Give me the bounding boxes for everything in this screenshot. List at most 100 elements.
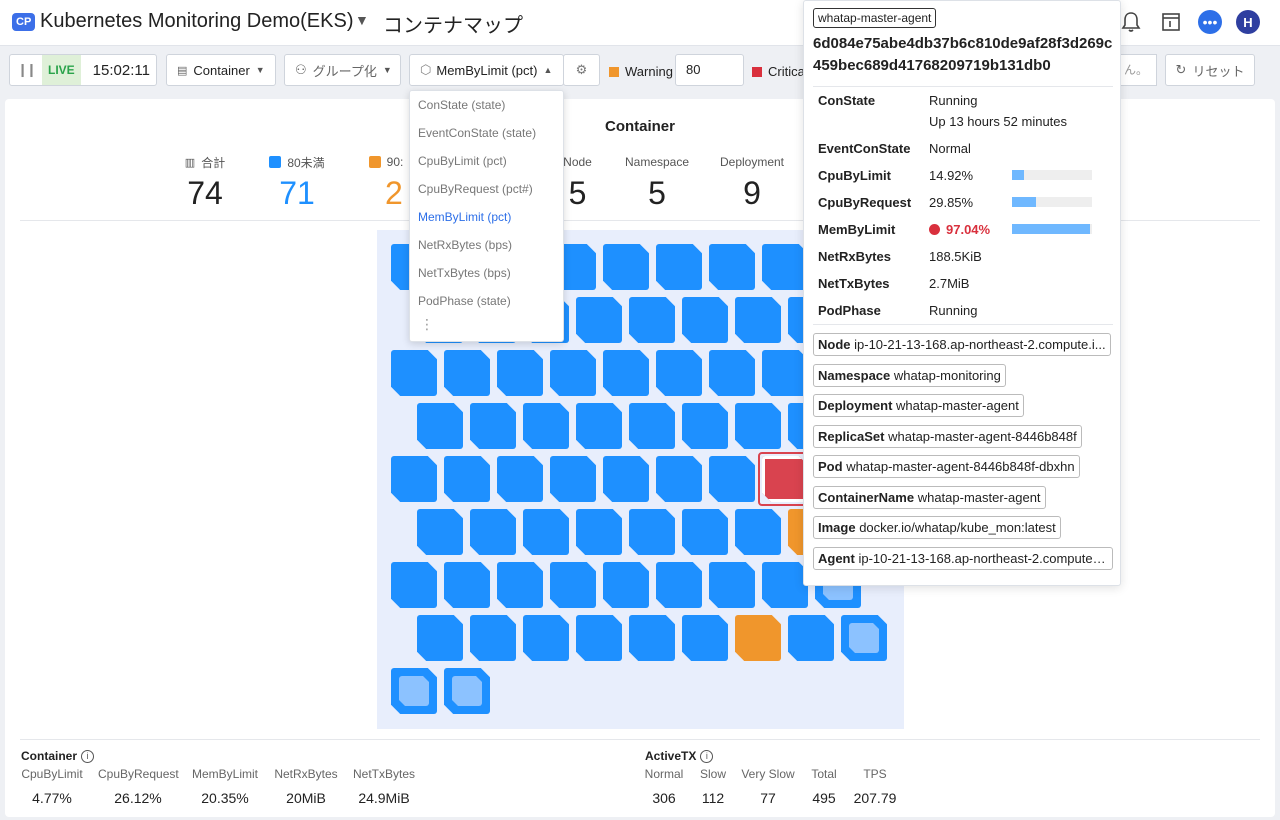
container-cell[interactable]: [629, 297, 675, 343]
container-cell[interactable]: [391, 350, 437, 396]
container-cell[interactable]: [709, 244, 755, 290]
detail-row: NetTxBytes 2.7MiB: [818, 276, 1108, 296]
container-cell[interactable]: [576, 509, 622, 555]
stat-namespace: Namespace 5: [617, 154, 697, 212]
metric-select-button[interactable]: ⬡ MemByLimit (pct) ▲: [409, 54, 564, 86]
container-cell[interactable]: [735, 509, 781, 555]
container-cell[interactable]: [497, 562, 543, 608]
container-cell[interactable]: [762, 244, 808, 290]
container-cell[interactable]: [656, 562, 702, 608]
container-cell[interactable]: [391, 668, 437, 714]
container-cell[interactable]: [444, 350, 490, 396]
group-button[interactable]: ⚇ グループ化 ▼: [284, 54, 401, 86]
container-cell[interactable]: [391, 562, 437, 608]
container-cell[interactable]: [629, 509, 675, 555]
chip-container-name[interactable]: ContainerName whatap-master-agent: [813, 486, 1046, 509]
project-name[interactable]: Kubernetes Monitoring Demo(EKS): [40, 10, 353, 33]
detail-key: EventConState: [818, 141, 911, 156]
chip-value: ip-10-21-13-168.ap-northeast-2.compute.i…: [854, 337, 1106, 352]
container-cell[interactable]: [709, 350, 755, 396]
container-cell[interactable]: [523, 509, 569, 555]
dropdown-item[interactable]: CpuByRequest (pct#): [410, 175, 563, 203]
container-cell[interactable]: [391, 456, 437, 502]
gear-icon[interactable]: ⚙: [563, 54, 600, 86]
container-cell[interactable]: [550, 456, 596, 502]
chip-value: whatap-master-agent: [896, 398, 1019, 413]
container-cell[interactable]: [603, 562, 649, 608]
dropdown-item[interactable]: NetRxBytes (bps): [410, 231, 563, 259]
chip-namespace[interactable]: Namespace whatap-monitoring: [813, 364, 1006, 387]
container-cell[interactable]: [470, 403, 516, 449]
container-cell[interactable]: [576, 403, 622, 449]
stat-total-label: 合計: [201, 155, 226, 170]
bell-icon[interactable]: [1118, 9, 1144, 35]
container-select-button[interactable]: ▤ Container ▼: [166, 54, 276, 86]
container-cell[interactable]: [682, 403, 728, 449]
container-cell[interactable]: [629, 615, 675, 661]
container-cell[interactable]: [656, 244, 702, 290]
chip-pod[interactable]: Pod whatap-master-agent-8446b848f-dbxhn: [813, 455, 1080, 478]
dropdown-item[interactable]: PodPhase (state): [410, 287, 563, 315]
chevron-up-icon: ▲: [543, 65, 553, 75]
dropdown-item-selected[interactable]: MemByLimit (pct): [410, 203, 563, 231]
cpu-by-request-bar: [1012, 197, 1092, 207]
chip-deployment[interactable]: Deployment whatap-master-agent: [813, 394, 1024, 417]
container-cell[interactable]: [470, 509, 516, 555]
warning-threshold-input[interactable]: 80: [675, 54, 744, 86]
container-cell[interactable]: [417, 403, 463, 449]
detail-row: CpuByRequest 29.85%: [818, 195, 1108, 215]
container-cell[interactable]: [735, 297, 781, 343]
dropdown-item[interactable]: EventConState (state): [410, 119, 563, 147]
container-cell[interactable]: [550, 350, 596, 396]
project-dropdown-icon[interactable]: ▼: [355, 12, 369, 28]
container-cell[interactable]: [417, 615, 463, 661]
container-cell[interactable]: [497, 350, 543, 396]
container-cell[interactable]: [576, 615, 622, 661]
container-cell[interactable]: [470, 615, 516, 661]
container-cell[interactable]: [444, 456, 490, 502]
container-cell[interactable]: [523, 403, 569, 449]
container-cell[interactable]: [735, 403, 781, 449]
chip-image[interactable]: Image docker.io/whatap/kube_mon:latest: [813, 516, 1061, 539]
container-cell[interactable]: [682, 297, 728, 343]
container-cell[interactable]: [841, 615, 887, 661]
container-cell[interactable]: [603, 456, 649, 502]
container-cell[interactable]: [682, 509, 728, 555]
container-cell[interactable]: [550, 562, 596, 608]
container-cell[interactable]: [762, 350, 808, 396]
live-control[interactable]: ❙❙ LIVE 15:02:11: [9, 54, 157, 86]
container-cell[interactable]: [709, 562, 755, 608]
info-icon[interactable]: i: [700, 749, 714, 763]
chip-replicaset[interactable]: ReplicaSet whatap-master-agent-8446b848f: [813, 425, 1082, 448]
dropdown-item[interactable]: NetTxBytes (bps): [410, 259, 563, 287]
dropdown-item[interactable]: ConState (state): [410, 91, 563, 119]
container-cell[interactable]: [523, 615, 569, 661]
container-cell[interactable]: [709, 456, 755, 502]
cpu-by-limit-bar: [1012, 170, 1092, 180]
container-cell[interactable]: [603, 350, 649, 396]
chip-node[interactable]: Node ip-10-21-13-168.ap-northeast-2.comp…: [813, 333, 1111, 356]
info-icon[interactable]: i: [81, 749, 95, 763]
container-cell[interactable]: [788, 615, 834, 661]
dropdown-item[interactable]: CpuByLimit (pct): [410, 147, 563, 175]
pause-icon[interactable]: ❙❙: [10, 62, 42, 78]
container-cell[interactable]: [417, 509, 463, 555]
chat-icon[interactable]: •••: [1198, 10, 1222, 34]
reset-button[interactable]: ↻ リセット: [1165, 54, 1255, 86]
container-cell[interactable]: [656, 456, 702, 502]
container-cell[interactable]: [497, 456, 543, 502]
container-cell[interactable]: [762, 562, 808, 608]
bottom-metric: CpuByRequest 26.12%: [98, 767, 179, 806]
chip-agent[interactable]: Agent ip-10-21-13-168.ap-northeast-2.com…: [813, 547, 1113, 570]
container-cell[interactable]: [576, 297, 622, 343]
container-cell[interactable]: [444, 562, 490, 608]
document-icon[interactable]: [1158, 9, 1184, 35]
container-cell[interactable]: [603, 244, 649, 290]
more-icon[interactable]: ⋮: [410, 315, 563, 333]
container-cell[interactable]: [682, 615, 728, 661]
avatar[interactable]: H: [1236, 10, 1260, 34]
container-cell[interactable]: [656, 350, 702, 396]
container-cell-warning[interactable]: [735, 615, 781, 661]
container-cell[interactable]: [444, 668, 490, 714]
container-cell[interactable]: [629, 403, 675, 449]
